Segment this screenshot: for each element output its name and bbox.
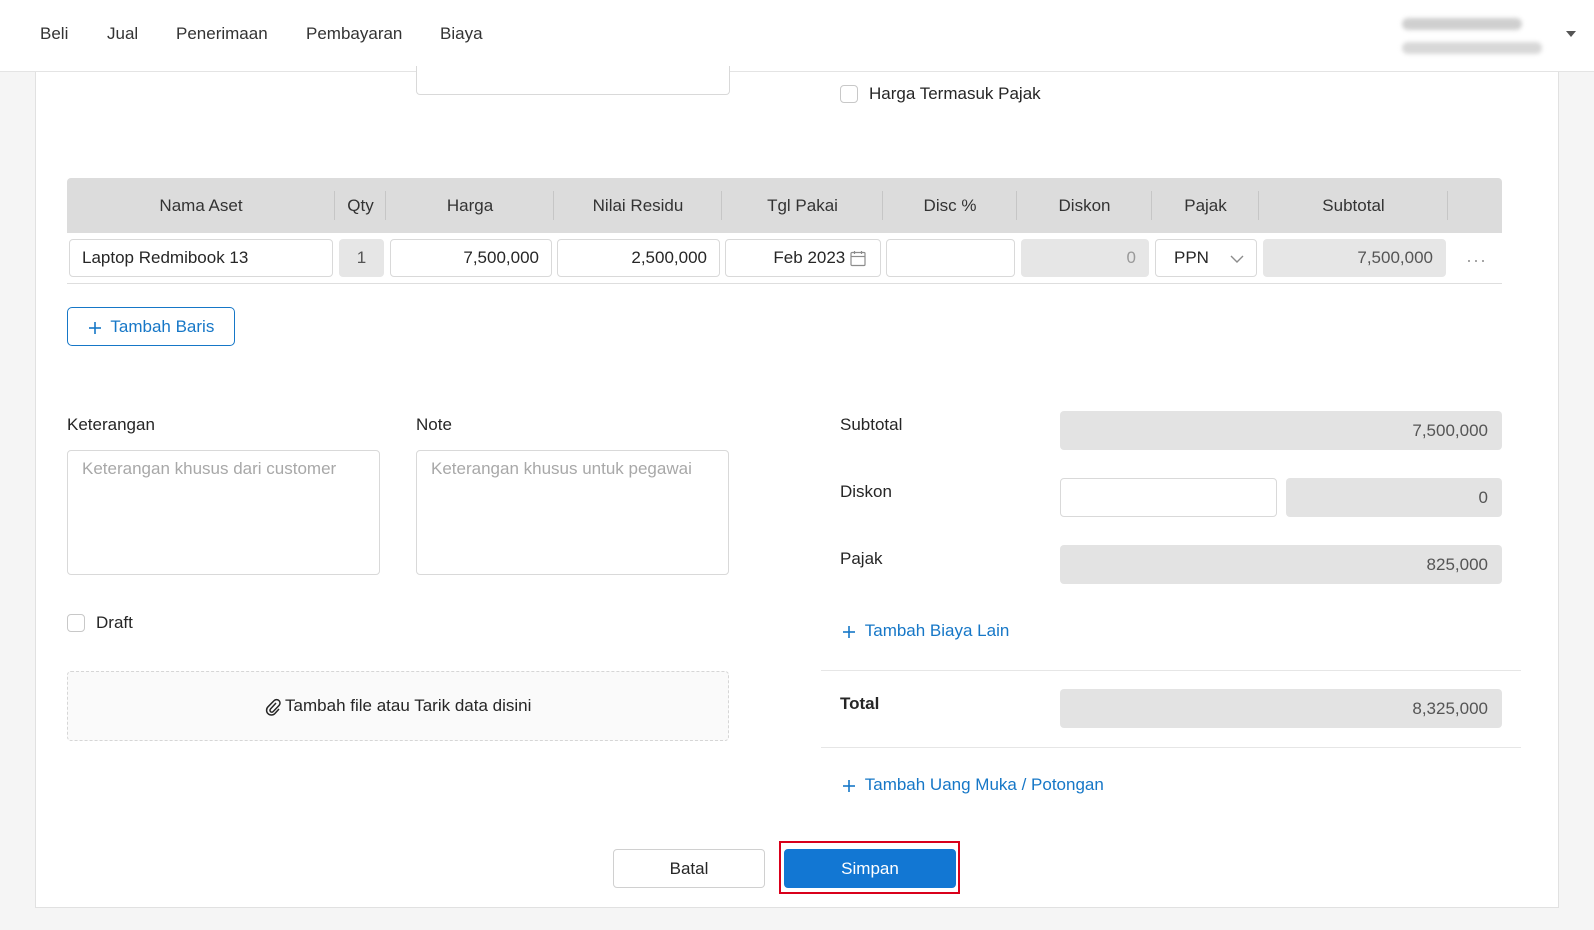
discount-value-field: 0 — [1021, 239, 1149, 277]
nav-penerimaan[interactable]: Penerimaan — [176, 24, 268, 44]
summary-diskon-label: Diskon — [840, 482, 892, 501]
user-email-blurred — [1402, 42, 1542, 54]
price-input[interactable]: 7,500,000 — [390, 239, 552, 277]
summary-total-label: Total — [840, 694, 880, 713]
asset-table-header: Nama Aset Qty Harga Nilai Residu Tgl Pak… — [67, 178, 1502, 233]
qty-input: 1 — [339, 239, 384, 277]
summary-diskon-value: 0 — [1286, 478, 1502, 517]
file-drop-zone[interactable]: Tambah file atau Tarik data disini — [67, 671, 729, 741]
summary-subtotal-label: Subtotal — [840, 415, 903, 434]
usage-date-picker[interactable]: Feb 2023 — [725, 239, 881, 277]
plus-icon — [842, 621, 861, 640]
user-name-blurred — [1402, 18, 1522, 30]
header-pajak: Pajak — [1152, 178, 1259, 233]
header-label: Qty — [347, 196, 374, 215]
header-harga: Harga — [386, 178, 554, 233]
summary-pajak-value: 825,000 — [1060, 545, 1502, 584]
header-label: Disc % — [923, 196, 977, 215]
summary-pajak-label: Pajak — [840, 549, 883, 568]
top-navbar: Beli Jual Penerimaan Pembayaran Biaya — [0, 0, 1594, 72]
add-row-label: Tambah Baris — [110, 317, 215, 336]
file-drop-label: Tambah file atau Tarik data disini — [285, 696, 532, 715]
disc-percent-input[interactable] — [886, 239, 1015, 277]
tax-included-label: Harga Termasuk Pajak — [869, 84, 1041, 103]
add-row-button[interactable]: Tambah Baris — [67, 307, 235, 346]
draft-checkbox[interactable] — [67, 614, 85, 632]
header-label: Nama Aset — [159, 196, 243, 215]
nav-jual[interactable]: Jual — [107, 24, 138, 44]
header-label: Subtotal — [1322, 196, 1385, 215]
row-subtotal-field: 7,500,000 — [1263, 239, 1446, 277]
tax-select-value: PPN — [1174, 248, 1209, 267]
nav-pembayaran[interactable]: Pembayaran — [306, 24, 402, 44]
nav-beli[interactable]: Beli — [40, 24, 68, 44]
chevron-down-icon[interactable] — [1566, 31, 1576, 37]
more-options-icon[interactable]: ··· — [1466, 250, 1487, 271]
residual-value-input[interactable]: 2,500,000 — [557, 239, 720, 277]
asset-name-input[interactable]: Laptop Redmibook 13 — [69, 239, 333, 277]
cancel-button[interactable]: Batal — [613, 849, 765, 888]
form-card: Harga Termasuk Pajak Nama Aset Qty Harga… — [35, 66, 1559, 908]
row-divider — [67, 283, 1502, 284]
top-input-field[interactable] — [416, 66, 730, 95]
chevron-down-icon[interactable] — [1230, 240, 1244, 276]
summary-divider-top — [821, 670, 1521, 671]
header-label: Tgl Pakai — [767, 196, 838, 215]
header-tgl-pakai: Tgl Pakai — [722, 178, 883, 233]
note-textarea[interactable]: Keterangan khusus untuk pegawai — [416, 450, 729, 575]
usage-date-value: Feb 2023 — [773, 248, 846, 267]
header-label: Diskon — [1058, 196, 1111, 215]
add-down-payment-link[interactable]: Tambah Uang Muka / Potongan — [842, 775, 1104, 795]
draft-label: Draft — [96, 613, 133, 632]
summary-divider-bottom — [821, 747, 1521, 748]
add-down-payment-label: Tambah Uang Muka / Potongan — [864, 775, 1104, 794]
tax-included-checkbox[interactable] — [840, 85, 858, 103]
nav-biaya[interactable]: Biaya — [440, 24, 483, 44]
header-subtotal: Subtotal — [1259, 178, 1448, 233]
tax-select[interactable]: PPN — [1155, 239, 1257, 277]
paperclip-icon — [265, 696, 285, 716]
header-label: Harga — [446, 196, 494, 215]
header-label: Pajak — [1184, 196, 1227, 215]
header-nilai-residu: Nilai Residu — [554, 178, 722, 233]
summary-total-value: 8,325,000 — [1060, 689, 1502, 728]
summary-subtotal-value: 7,500,000 — [1060, 411, 1502, 450]
save-button[interactable]: Simpan — [784, 849, 956, 888]
header-nama-aset: Nama Aset — [67, 178, 335, 233]
keterangan-label: Keterangan — [67, 415, 155, 434]
keterangan-textarea[interactable]: Keterangan khusus dari customer — [67, 450, 380, 575]
plus-icon — [842, 775, 861, 794]
add-other-cost-link[interactable]: Tambah Biaya Lain — [842, 621, 1009, 641]
add-other-cost-label: Tambah Biaya Lain — [864, 621, 1010, 640]
header-label: Nilai Residu — [592, 196, 684, 215]
user-menu[interactable] — [1402, 12, 1542, 54]
note-label: Note — [416, 415, 452, 434]
summary-diskon-input[interactable] — [1060, 478, 1277, 517]
header-disc-pct: Disc % — [883, 178, 1017, 233]
header-diskon: Diskon — [1017, 178, 1152, 233]
header-qty: Qty — [335, 178, 386, 233]
calendar-icon[interactable] — [850, 248, 866, 267]
plus-icon — [88, 317, 107, 336]
